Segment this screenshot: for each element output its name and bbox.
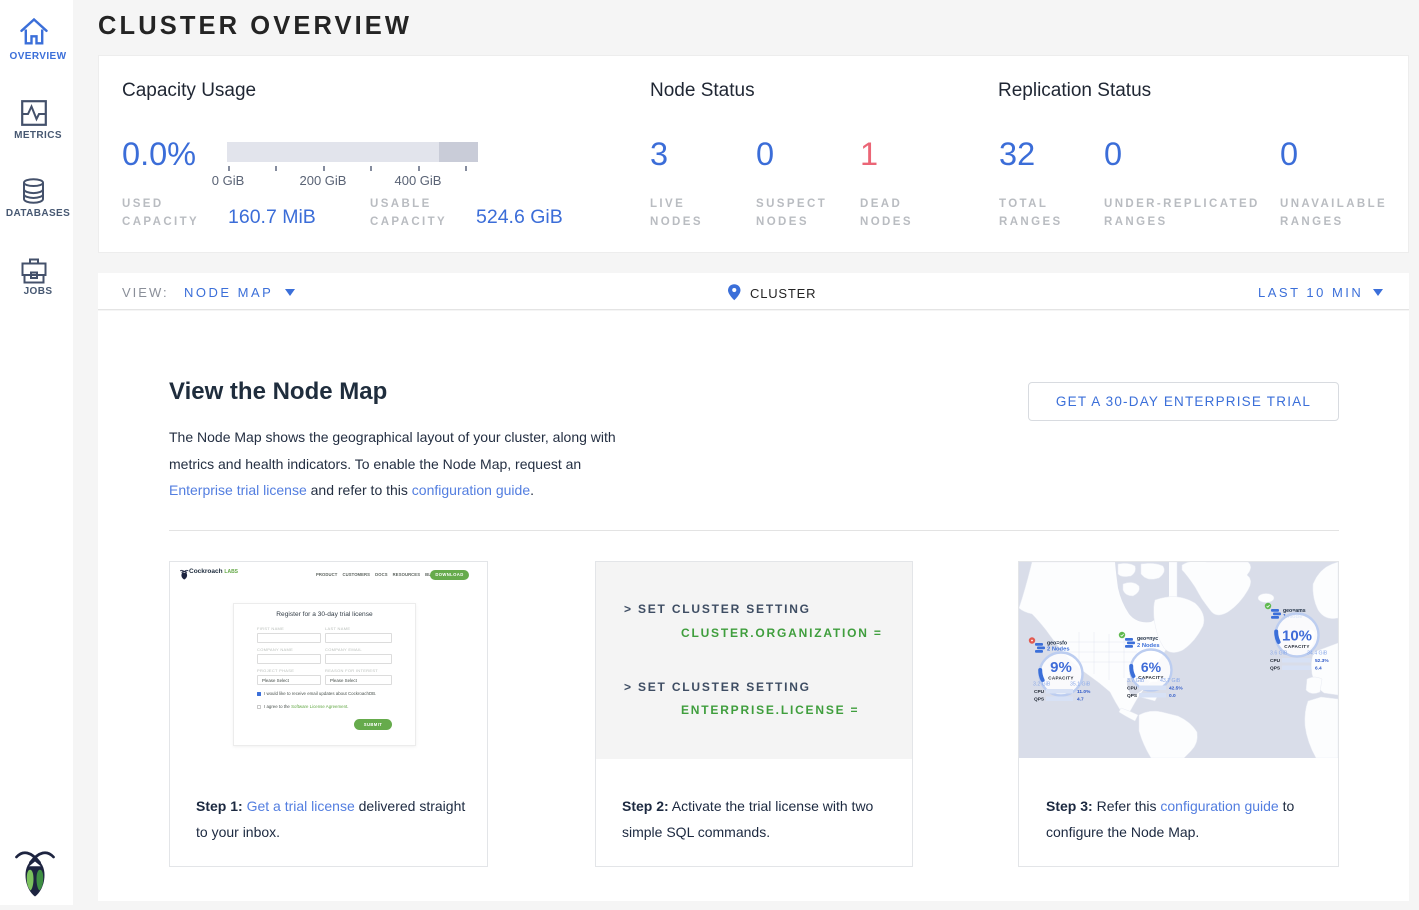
svg-text:CAPACITY: CAPACITY	[1048, 676, 1074, 681]
svg-text:CPU: CPU	[1127, 686, 1138, 692]
svg-text:2 Nodes: 2 Nodes	[1137, 643, 1160, 649]
svg-text:3.6 GiB: 3.6 GiB	[1270, 651, 1288, 657]
svg-text:11.0%: 11.0%	[1077, 689, 1091, 695]
svg-text:3.7 GiB: 3.7 GiB	[1127, 678, 1145, 684]
svg-text:6.4: 6.4	[1315, 666, 1322, 672]
svg-text:43.7 GiB: 43.7 GiB	[1160, 678, 1181, 684]
svg-text:CAPACITY: CAPACITY	[1284, 644, 1310, 649]
svg-text:geo=nyc: geo=nyc	[1137, 636, 1158, 642]
svg-text:4.7: 4.7	[1077, 697, 1084, 703]
svg-text:QPS: QPS	[1270, 666, 1281, 672]
svg-text:52.3%: 52.3%	[1315, 658, 1329, 664]
svg-text:35.1 GiB: 35.1 GiB	[1070, 682, 1091, 688]
svg-text:0.0: 0.0	[1169, 693, 1176, 699]
svg-text:34.4 GiB: 34.4 GiB	[1307, 651, 1328, 657]
svg-text:CPU: CPU	[1270, 658, 1281, 664]
svg-text:10%: 10%	[1282, 628, 1312, 645]
svg-text:42.5%: 42.5%	[1169, 686, 1183, 692]
svg-text:CPU: CPU	[1034, 689, 1045, 695]
svg-text:9%: 9%	[1050, 659, 1072, 676]
svg-text:QPS: QPS	[1034, 697, 1045, 703]
svg-text:QPS: QPS	[1127, 693, 1138, 699]
svg-text:6%: 6%	[1141, 659, 1162, 675]
svg-text:3.2 GiB: 3.2 GiB	[1033, 682, 1051, 688]
